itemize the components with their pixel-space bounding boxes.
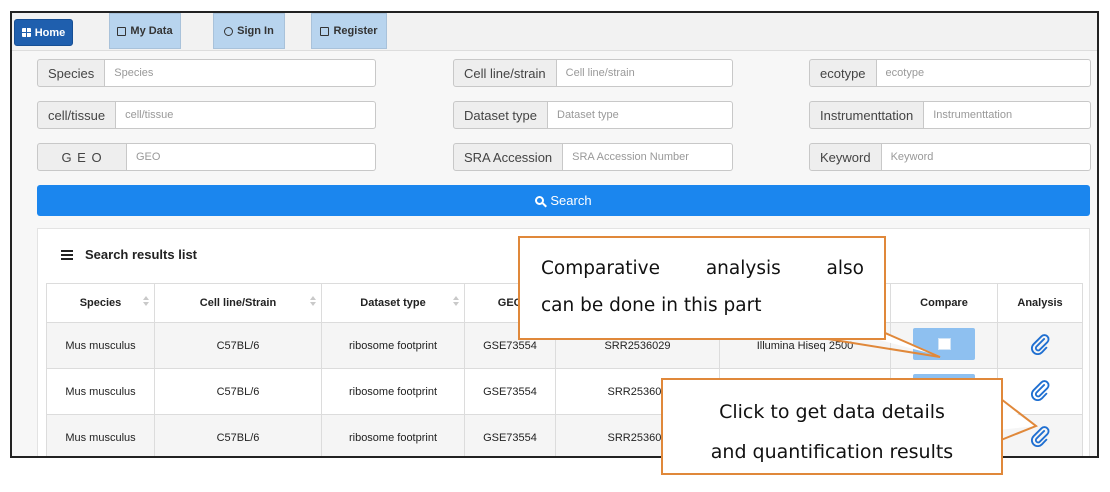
analysis-callout-line2: and quantification results xyxy=(710,441,954,463)
analysis-callout-line1: Click to get data details xyxy=(719,401,945,423)
compare-callout-line2: can be done in this part xyxy=(541,295,762,316)
callout-word: Comparative xyxy=(541,258,661,279)
callout-word: also xyxy=(826,258,864,279)
analysis-callout: Click to get data details and quantifica… xyxy=(661,378,1003,475)
callout-word: analysis xyxy=(705,258,781,279)
compare-callout: Comparative analysis also can be done in… xyxy=(518,236,886,340)
compare-callout-line1: Comparative analysis also xyxy=(541,250,864,287)
